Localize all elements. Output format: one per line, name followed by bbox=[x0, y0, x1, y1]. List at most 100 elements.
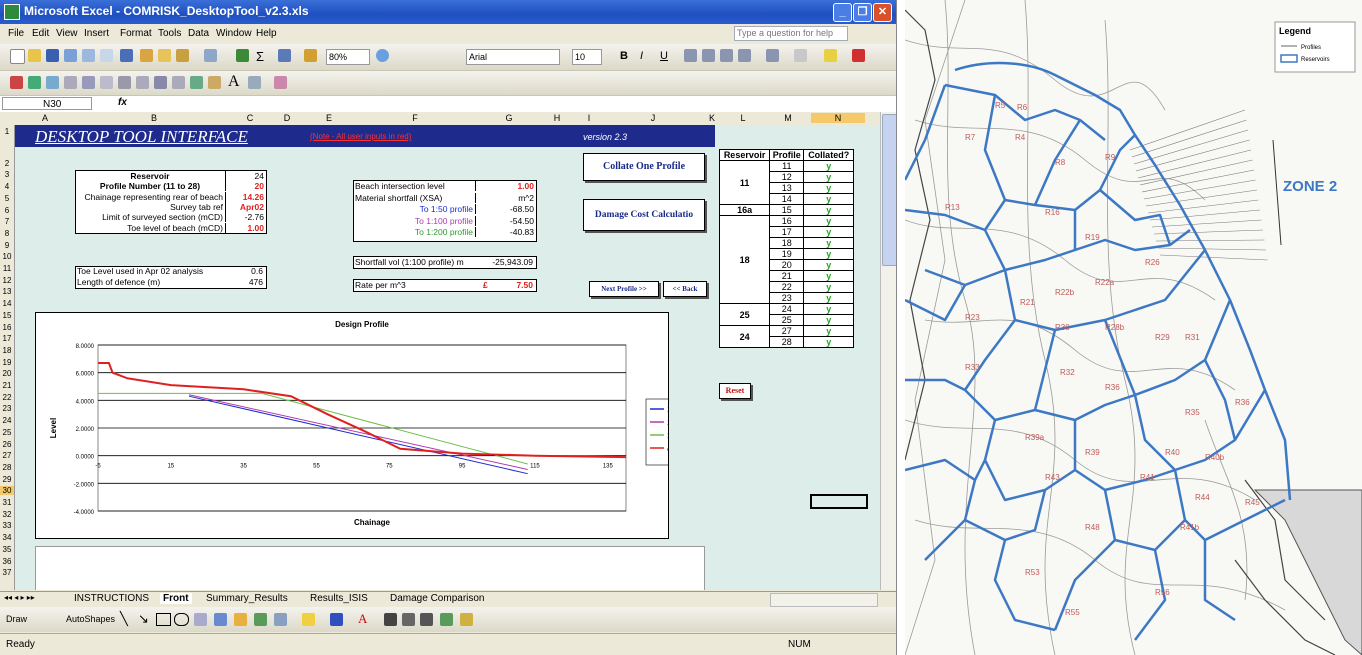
borders-icon[interactable] bbox=[794, 49, 807, 62]
row-header[interactable]: 4 bbox=[0, 182, 14, 191]
row-header[interactable]: 12 bbox=[0, 276, 14, 285]
line-icon[interactable]: ╲ bbox=[120, 611, 128, 627]
code-icon[interactable] bbox=[190, 76, 203, 89]
design-icon[interactable] bbox=[274, 76, 287, 89]
collate-one-profile-button[interactable]: Collate One Profile bbox=[583, 153, 705, 181]
menu-view[interactable]: View bbox=[56, 28, 78, 39]
restore-button[interactable]: ❐ bbox=[853, 3, 872, 22]
col-header[interactable]: F bbox=[351, 113, 479, 123]
row-header[interactable]: 26 bbox=[0, 440, 14, 449]
reset-button[interactable]: Reset bbox=[719, 383, 751, 399]
font-color-icon[interactable] bbox=[852, 49, 865, 62]
clipart-icon[interactable] bbox=[254, 613, 267, 626]
selected-cell[interactable] bbox=[810, 494, 868, 509]
param-value[interactable]: 20 bbox=[225, 181, 264, 192]
oval-icon[interactable] bbox=[174, 613, 189, 626]
diagram-icon[interactable] bbox=[234, 613, 247, 626]
col-header[interactable]: H bbox=[539, 113, 575, 123]
spinner-icon[interactable] bbox=[154, 76, 167, 89]
spelling-icon[interactable] bbox=[120, 49, 133, 62]
menu-file[interactable]: File bbox=[8, 28, 24, 39]
properties-icon[interactable] bbox=[172, 76, 185, 89]
combo-icon[interactable] bbox=[118, 76, 131, 89]
bold-button[interactable]: B bbox=[620, 50, 628, 62]
line-style-icon[interactable] bbox=[384, 613, 397, 626]
formula-input[interactable] bbox=[136, 97, 876, 110]
option-icon[interactable] bbox=[82, 76, 95, 89]
autoshapes-menu[interactable]: AutoShapes bbox=[66, 614, 115, 624]
row-header[interactable]: 27 bbox=[0, 451, 14, 460]
arrow-icon[interactable]: ↘ bbox=[138, 611, 149, 627]
back-button[interactable]: << Back bbox=[663, 281, 707, 297]
row-header[interactable]: 30 bbox=[0, 486, 14, 496]
autosum-icon[interactable]: Σ bbox=[256, 49, 264, 64]
name-box[interactable]: N30 bbox=[2, 97, 92, 110]
row-header[interactable]: 21 bbox=[0, 381, 14, 390]
draw-font-color-icon[interactable]: A bbox=[358, 611, 367, 627]
textbox-icon[interactable] bbox=[194, 613, 207, 626]
tab-damage-comparison[interactable]: Damage Comparison bbox=[390, 593, 485, 604]
row-header[interactable]: 10 bbox=[0, 252, 14, 261]
fill-color-icon[interactable] bbox=[824, 49, 837, 62]
print-icon[interactable] bbox=[82, 49, 95, 62]
row-header[interactable]: 13 bbox=[0, 287, 14, 296]
row-header[interactable]: 11 bbox=[0, 264, 14, 273]
col-header[interactable]: K bbox=[703, 113, 721, 123]
indent-icon[interactable] bbox=[766, 49, 779, 62]
col-header[interactable]: B bbox=[75, 113, 233, 123]
row-header[interactable]: 24 bbox=[0, 416, 14, 425]
image-icon[interactable] bbox=[248, 76, 261, 89]
text-box-icon[interactable]: A bbox=[228, 73, 240, 91]
undo-icon[interactable] bbox=[204, 49, 217, 62]
sort-icon[interactable] bbox=[278, 49, 291, 62]
next-profile-button[interactable]: Next Profile >> bbox=[589, 281, 659, 297]
draw-menu[interactable]: Draw bbox=[6, 614, 27, 624]
close-button[interactable]: ✕ bbox=[873, 3, 892, 22]
menu-edit[interactable]: Edit bbox=[32, 28, 49, 39]
shadow-icon[interactable] bbox=[440, 613, 453, 626]
row-header[interactable]: 18 bbox=[0, 346, 14, 355]
col-header[interactable]: G bbox=[479, 113, 539, 123]
align-right-icon[interactable] bbox=[720, 49, 733, 62]
col-header[interactable]: M bbox=[765, 113, 811, 123]
fill-icon[interactable] bbox=[302, 613, 315, 626]
arrow-style-icon[interactable] bbox=[420, 613, 433, 626]
tab-instructions[interactable]: INSTRUCTIONS bbox=[74, 593, 149, 604]
col-header[interactable]: D bbox=[267, 113, 307, 123]
tab-summary-results[interactable]: Summary_Results bbox=[206, 593, 288, 604]
row-header[interactable]: 36 bbox=[0, 557, 14, 566]
scroll-icon[interactable] bbox=[136, 76, 149, 89]
zoom-select[interactable]: 80% bbox=[326, 49, 370, 65]
row-header[interactable]: 2 bbox=[0, 159, 14, 168]
row-header[interactable]: 16 bbox=[0, 323, 14, 332]
param-value[interactable]: 24 bbox=[225, 171, 264, 181]
row-header[interactable]: 34 bbox=[0, 533, 14, 542]
row-header[interactable]: 5 bbox=[0, 194, 14, 203]
menu-window[interactable]: Window bbox=[216, 28, 252, 39]
row-header[interactable]: 9 bbox=[0, 241, 14, 250]
param-value[interactable]: -2.76 bbox=[225, 212, 264, 223]
col-header[interactable]: I bbox=[575, 113, 603, 123]
row-header[interactable]: 6 bbox=[0, 206, 14, 215]
row-header[interactable]: 19 bbox=[0, 358, 14, 367]
row-header[interactable]: 20 bbox=[0, 369, 14, 378]
row-header[interactable]: 32 bbox=[0, 510, 14, 519]
rate-value[interactable]: 7.50 bbox=[495, 280, 533, 290]
wordart-icon[interactable] bbox=[214, 613, 227, 626]
3d-icon[interactable] bbox=[460, 613, 473, 626]
menu-insert[interactable]: Insert bbox=[84, 28, 109, 39]
font-select[interactable]: Arial bbox=[466, 49, 560, 65]
font-size-select[interactable]: 10 bbox=[572, 49, 602, 65]
new-icon[interactable] bbox=[10, 49, 25, 64]
param-value[interactable]: 14.26 bbox=[225, 191, 264, 202]
row-header[interactable]: 29 bbox=[0, 475, 14, 484]
col-header[interactable]: N bbox=[811, 113, 865, 123]
open-icon[interactable] bbox=[28, 49, 41, 62]
help-search-input[interactable]: Type a question for help bbox=[734, 26, 848, 41]
menu-help[interactable]: Help bbox=[256, 28, 277, 39]
dash-style-icon[interactable] bbox=[402, 613, 415, 626]
checkbox-icon[interactable] bbox=[64, 76, 77, 89]
row-header[interactable]: 14 bbox=[0, 299, 14, 308]
row-header[interactable]: 31 bbox=[0, 498, 14, 507]
col-header[interactable]: J bbox=[603, 113, 703, 123]
